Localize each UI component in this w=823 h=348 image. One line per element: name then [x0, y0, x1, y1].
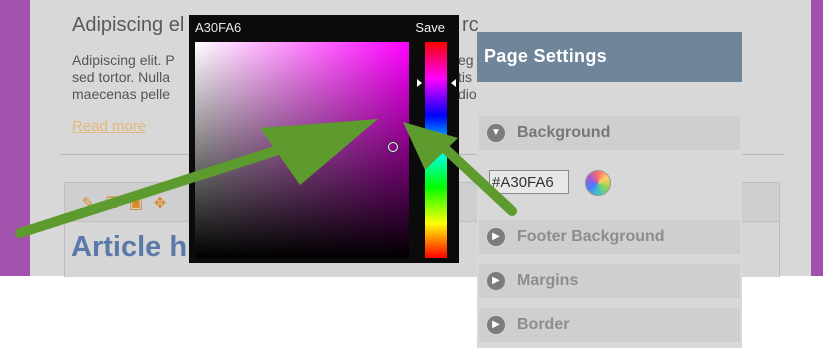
section-border[interactable]: ▶ Border	[479, 308, 740, 342]
picker-save-button[interactable]: Save	[415, 20, 445, 35]
background-color-input[interactable]	[489, 170, 569, 194]
section-background[interactable]: ▼ Background	[479, 116, 740, 150]
delete-icon[interactable]: ▣	[127, 195, 145, 213]
duplicate-icon[interactable]: ❐	[103, 195, 121, 213]
saturation-value-square[interactable]	[195, 42, 409, 258]
move-icon[interactable]: ✥	[151, 195, 169, 213]
page-settings-title: Page Settings	[484, 46, 607, 66]
section-label: Margins	[517, 272, 579, 289]
hue-slider[interactable]	[425, 42, 447, 258]
section-label: Footer Background	[517, 228, 665, 245]
article-title: Article h	[71, 231, 188, 263]
section-margins[interactable]: ▶ Margins	[479, 264, 740, 298]
page-settings-panel: Page Settings ▼ Background ▶ Footer Back…	[477, 32, 742, 348]
color-wheel-icon[interactable]	[585, 170, 611, 196]
chevron-down-icon[interactable]: ▼	[487, 124, 505, 142]
color-cursor-handle[interactable]	[388, 142, 398, 152]
edit-icon[interactable]: ✎	[79, 195, 97, 213]
section-footer-background[interactable]: ▶ Footer Background	[479, 220, 740, 254]
color-picker: A30FA6 Save	[189, 15, 459, 263]
article-preview-heading: Adipiscing el	[72, 14, 185, 36]
chevron-right-icon[interactable]: ▶	[487, 228, 505, 246]
screenshot-stage: Adipiscing el rc Adipiscing elit. P sed …	[0, 0, 823, 348]
hue-marker-right-icon	[451, 79, 456, 87]
read-more-link[interactable]: Read more	[72, 118, 146, 135]
chevron-right-icon[interactable]: ▶	[487, 316, 505, 334]
picker-hex-value: A30FA6	[195, 20, 242, 35]
section-label: Background	[517, 124, 611, 141]
page-settings-header: Page Settings	[477, 32, 742, 82]
chevron-right-icon[interactable]: ▶	[487, 272, 505, 290]
section-label: Border	[517, 316, 570, 333]
hue-marker-left-icon	[417, 79, 422, 87]
